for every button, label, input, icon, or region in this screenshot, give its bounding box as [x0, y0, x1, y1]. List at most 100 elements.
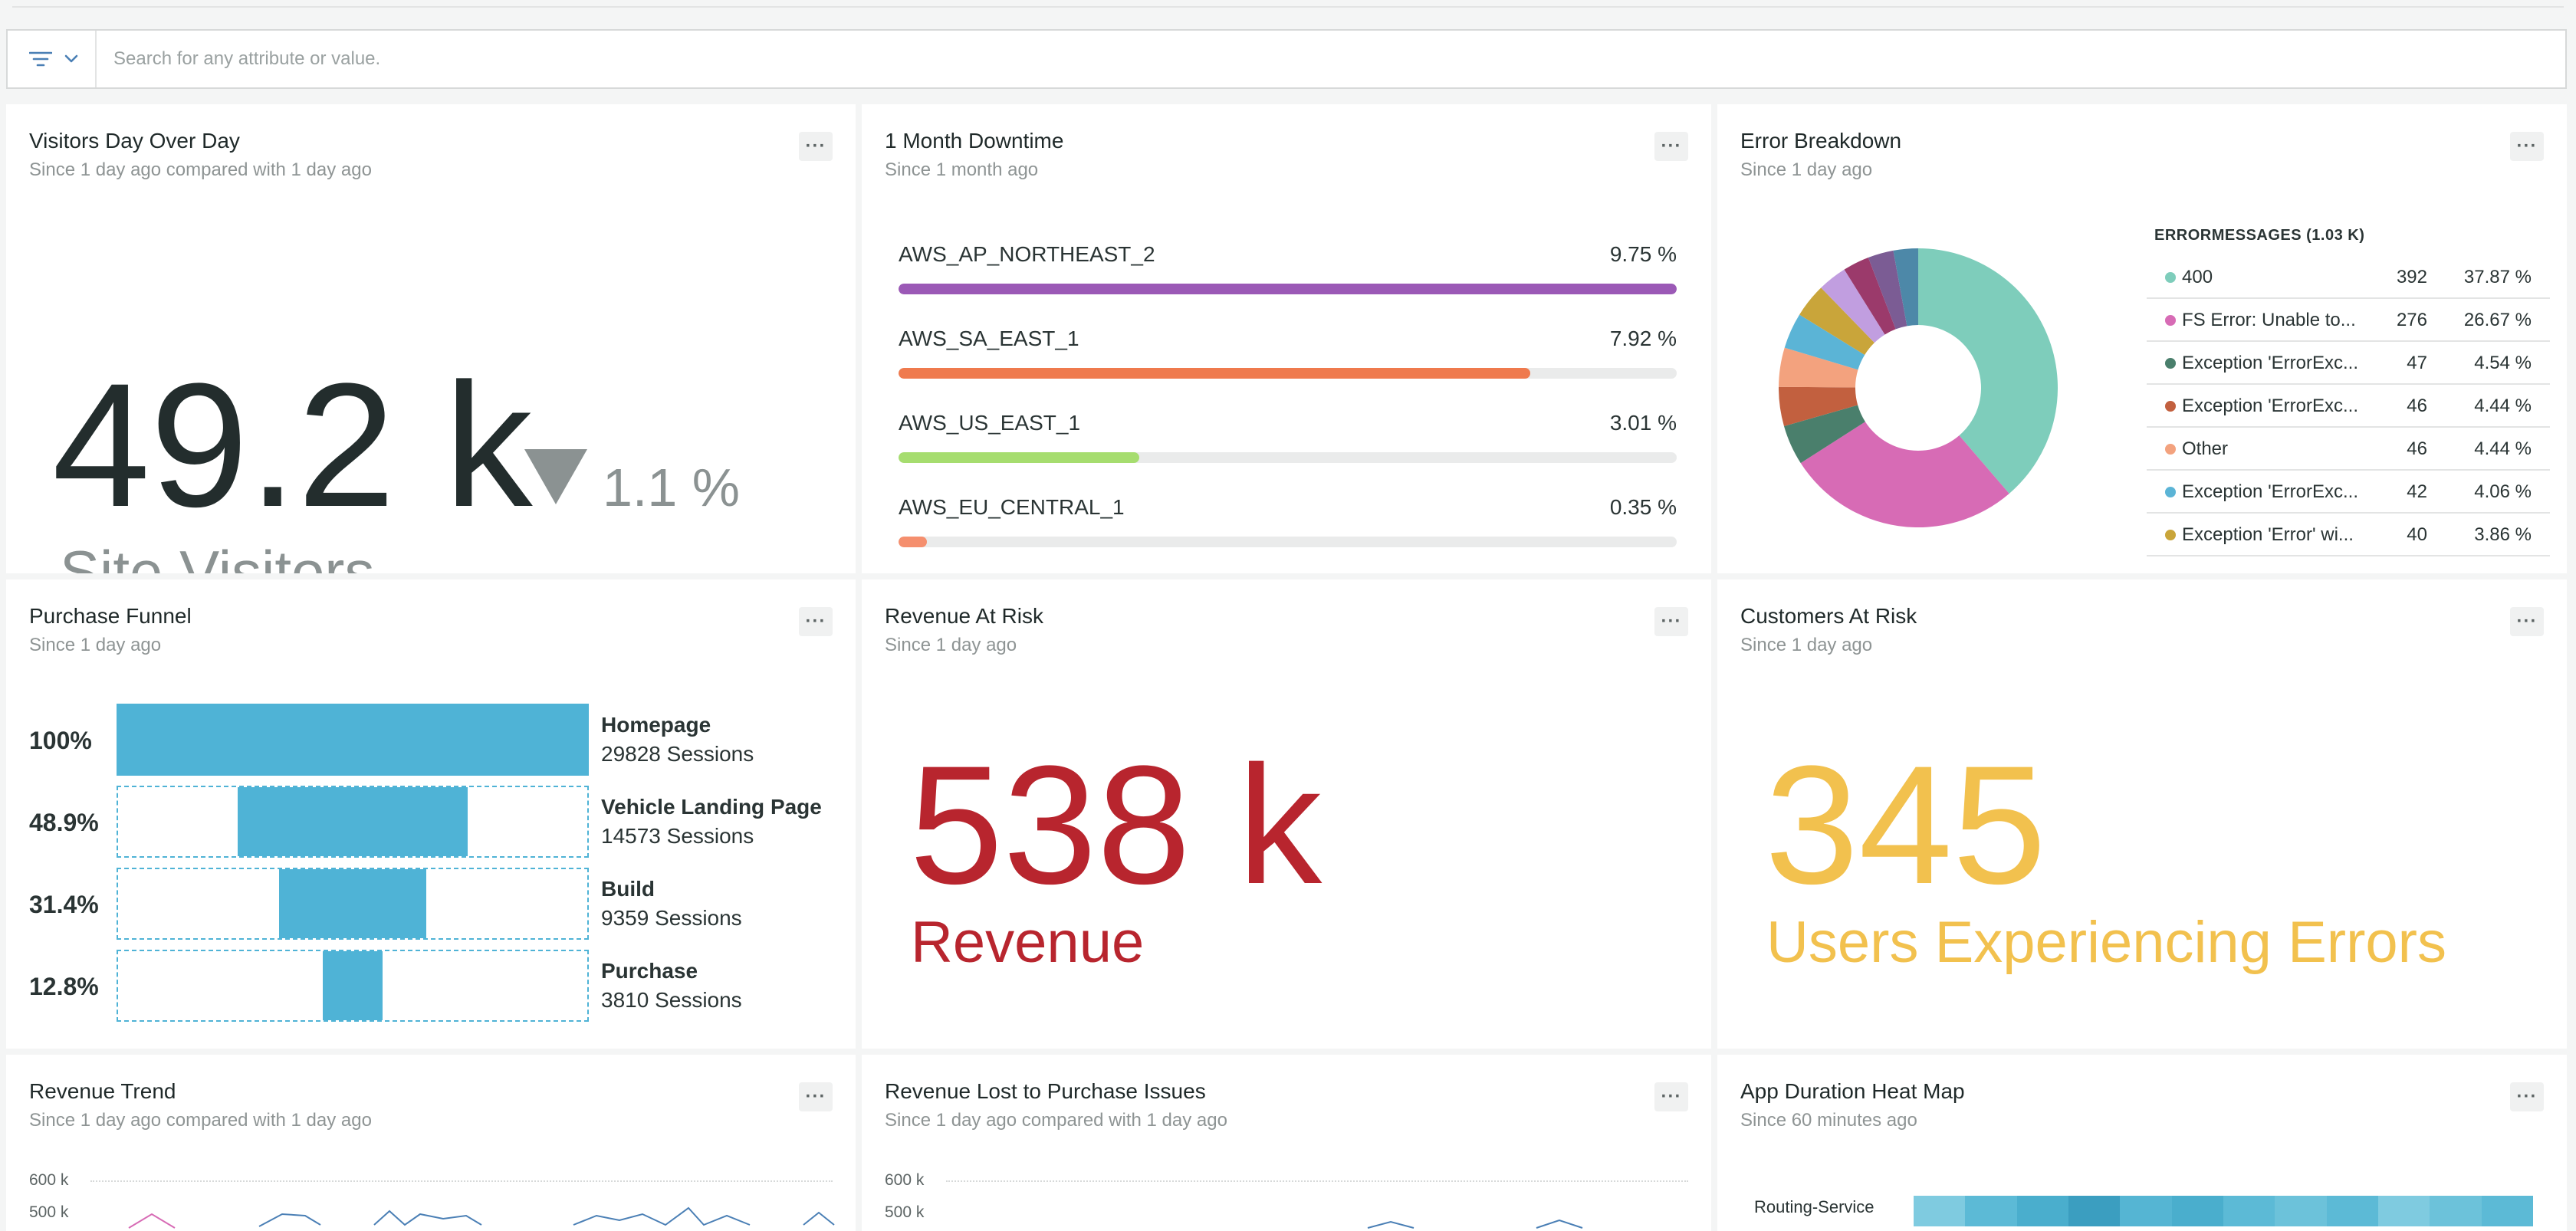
error-count: 42: [2407, 481, 2427, 502]
region-name: AWS_EU_CENTRAL_1: [899, 495, 1125, 519]
more-options-button[interactable]: ···: [2510, 607, 2544, 636]
bar-fill: [899, 537, 927, 547]
error-percent: 26.67 %: [2463, 310, 2532, 330]
funnel-step-name: Purchase: [601, 959, 698, 983]
funnel-box: [117, 950, 589, 1022]
card-title: 1 Month Downtime: [885, 129, 1064, 153]
legend-row[interactable]: 400 392 37.87 %: [2147, 256, 2550, 299]
card-subtitle: Since 1 day ago compared with 1 day ago: [29, 1110, 372, 1131]
ellipsis-icon: ···: [2516, 1086, 2538, 1107]
heatmap-cell[interactable]: [2120, 1196, 2172, 1226]
error-percent: 4.54 %: [2474, 353, 2532, 373]
legend-row[interactable]: Exception 'ErrorExc... 47 4.54 %: [2147, 342, 2550, 385]
ellipsis-icon: ···: [1661, 1086, 1682, 1107]
heatmap-cell[interactable]: [1914, 1196, 1966, 1226]
heatmap-cell[interactable]: [2481, 1196, 2533, 1226]
card-title: Visitors Day Over Day: [29, 129, 240, 153]
visitors-label: Site Visitors: [60, 538, 375, 573]
more-options-button[interactable]: ···: [1654, 1082, 1688, 1111]
error-donut-chart: [1779, 248, 2058, 527]
heatmap-cell[interactable]: [2016, 1196, 2068, 1226]
funnel-step[interactable]: 48.9% Vehicle Landing Page 14573 Sessions: [6, 786, 849, 859]
revenue-risk-value: 538 k: [909, 730, 1322, 919]
legend-row[interactable]: Exception 'ErrorExc... 42 4.06 %: [2147, 471, 2550, 514]
error-percent: 3.86 %: [2474, 524, 2532, 545]
heatmap-cell[interactable]: [2326, 1196, 2378, 1226]
legend-row[interactable]: Exception 'ErrorExc... 46 4.44 %: [2147, 385, 2550, 428]
error-percent: 4.06 %: [2474, 481, 2532, 502]
visitors-value: 49.2 k: [52, 346, 533, 543]
legend-row[interactable]: Other 46 4.44 %: [2147, 428, 2550, 471]
heatmap-row-label: Routing-Service: [1754, 1197, 1875, 1216]
more-options-button[interactable]: ···: [2510, 132, 2544, 161]
funnel-step[interactable]: 12.8% Purchase 3810 Sessions: [6, 950, 849, 1023]
heatmap-card: App Duration Heat Map Since 60 minutes a…: [1717, 1055, 2567, 1231]
more-options-button[interactable]: ···: [799, 132, 833, 161]
error-percent: 4.44 %: [2474, 438, 2532, 459]
bar-fill: [899, 368, 1531, 379]
legend-swatch: [2165, 315, 2176, 326]
down-triangle-icon: [524, 449, 587, 504]
card-title: Customers At Risk: [1740, 604, 1917, 628]
funnel-step[interactable]: 100% Homepage 29828 Sessions: [6, 704, 849, 777]
heatmap-row: [1914, 1196, 2533, 1226]
legend-row[interactable]: FS Error: Unable to... 276 26.67 %: [2147, 299, 2550, 342]
bar-track: [899, 452, 1677, 463]
card-subtitle: Since 1 day ago: [29, 635, 162, 655]
revenue-risk-label: Revenue: [911, 910, 1145, 975]
more-options-button[interactable]: ···: [1654, 132, 1688, 161]
legend-row[interactable]: Exception 'Error' wi... 40 3.86 %: [2147, 514, 2550, 556]
funnel-sessions: 9359 Sessions: [601, 906, 742, 930]
revenue-trend-lines: [128, 1206, 835, 1229]
legend-swatch: [2165, 487, 2176, 497]
filter-lines-icon: [29, 51, 52, 67]
error-count: 46: [2407, 438, 2427, 459]
more-options-button[interactable]: ···: [1654, 607, 1688, 636]
heatmap-cell[interactable]: [2377, 1196, 2430, 1226]
search-input[interactable]: [97, 30, 2565, 88]
downtime-percent: 3.01 %: [1609, 411, 1677, 435]
customers-risk-label: Users Experiencing Errors: [1766, 910, 2446, 975]
funnel-bar: [117, 704, 589, 776]
revenue-lost-card: Revenue Lost to Purchase Issues Since 1 …: [862, 1055, 1711, 1231]
card-title: Error Breakdown: [1740, 129, 1902, 153]
heatmap-cell[interactable]: [1965, 1196, 2017, 1226]
funnel-box: [117, 786, 589, 858]
card-subtitle: Since 1 day ago: [885, 635, 1017, 655]
ellipsis-icon: ···: [2516, 611, 2538, 632]
y-tick-label: 500 k: [29, 1203, 69, 1221]
error-message: 400: [2182, 267, 2213, 287]
heatmap-cell[interactable]: [2223, 1196, 2275, 1226]
purchase-funnel-card: Purchase Funnel Since 1 day ago ··· 100%…: [6, 579, 856, 1049]
legend-swatch: [2165, 401, 2176, 412]
funnel-sessions: 29828 Sessions: [601, 742, 754, 766]
more-options-button[interactable]: ···: [799, 607, 833, 636]
legend-swatch: [2165, 272, 2176, 283]
card-title: Revenue Lost to Purchase Issues: [885, 1079, 1206, 1103]
error-message: Exception 'ErrorExc...: [2182, 353, 2358, 373]
more-options-button[interactable]: ···: [2510, 1082, 2544, 1111]
funnel-step-name: Build: [601, 877, 655, 901]
funnel-sessions: 14573 Sessions: [601, 824, 754, 848]
card-title: Purchase Funnel: [29, 604, 192, 628]
more-options-button[interactable]: ···: [799, 1082, 833, 1111]
card-subtitle: Since 60 minutes ago: [1740, 1110, 1917, 1131]
heatmap-cell[interactable]: [2430, 1196, 2482, 1226]
bar-track: [899, 284, 1677, 294]
y-tick-label: 600 k: [29, 1171, 69, 1189]
card-subtitle: Since 1 day ago compared with 1 day ago: [29, 159, 372, 180]
heatmap-cell[interactable]: [2275, 1196, 2327, 1226]
legend-swatch: [2165, 530, 2176, 540]
ellipsis-icon: ···: [1661, 611, 1682, 632]
funnel-step[interactable]: 31.4% Build 9359 Sessions: [6, 868, 849, 941]
funnel-percent: 100%: [29, 727, 92, 754]
y-tick-label: 600 k: [885, 1171, 925, 1189]
bar-fill: [899, 452, 1139, 463]
heatmap-cell[interactable]: [2171, 1196, 2223, 1226]
filter-toggle-button[interactable]: [8, 31, 97, 87]
legend-swatch: [2165, 358, 2176, 369]
error-count: 276: [2396, 310, 2427, 330]
heatmap-cell[interactable]: [2068, 1196, 2121, 1226]
card-subtitle: Since 1 day ago compared with 1 day ago: [885, 1110, 1227, 1131]
visitors-card: Visitors Day Over Day Since 1 day ago co…: [6, 104, 856, 573]
